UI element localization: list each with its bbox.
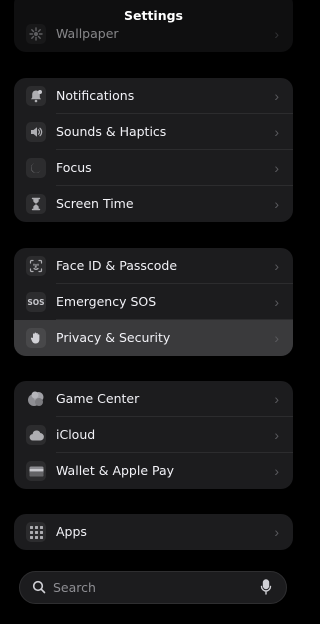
moon-icon [26,158,46,178]
row-label: Wallet & Apple Pay [56,463,175,478]
row-label: Apps [56,524,87,539]
settings-group-attention: Notifications › Sounds & Haptics › Focus… [14,78,293,222]
bell-badge-icon [26,86,46,106]
row-label: Privacy & Security [56,330,171,345]
row-label: Focus [56,160,92,175]
chevron-right-icon: › [274,330,279,346]
chevron-right-icon: › [274,427,279,443]
settings-group-services: Game Center › iCloud › Wallet & Apple Pa… [14,381,293,489]
chevron-right-icon: › [274,294,279,310]
row-label: iCloud [56,427,96,442]
chevron-right-icon: › [274,463,279,479]
row-label: Sounds & Haptics [56,124,167,139]
microphone-icon[interactable] [260,579,272,600]
row-label: Emergency SOS [56,294,157,309]
settings-row-notifications[interactable]: Notifications › [14,78,293,114]
chevron-right-icon: › [274,160,279,176]
settings-row-apps[interactable]: Apps › [14,514,293,550]
speaker-icon [26,122,46,142]
search-bar[interactable]: Search [19,571,287,604]
settings-row-sounds-haptics[interactable]: Sounds & Haptics › [14,114,293,150]
chevron-right-icon: › [274,88,279,104]
settings-row-icloud[interactable]: iCloud › [14,417,293,453]
settings-row-privacy-security[interactable]: Privacy & Security › [14,320,293,356]
chevron-right-icon: › [274,258,279,274]
settings-row-focus[interactable]: Focus › [14,150,293,186]
chevron-right-icon: › [274,391,279,407]
wallpaper-icon [26,24,46,44]
page-title: Settings [123,8,183,23]
hand-raised-icon [26,328,46,348]
settings-group-security: Face ID & Passcode › SOS Emergency SOS ›… [14,248,293,356]
settings-row-face-id[interactable]: Face ID & Passcode › [14,248,293,284]
game-center-icon [26,389,46,409]
chevron-right-icon: › [274,196,279,212]
chevron-right-icon: › [274,524,279,540]
wallet-icon [26,461,46,481]
search-icon [32,580,46,599]
row-label: Screen Time [56,196,134,211]
search-input[interactable]: Search [53,572,96,603]
settings-row-emergency-sos[interactable]: SOS Emergency SOS › [14,284,293,320]
settings-row-game-center[interactable]: Game Center › [14,381,293,417]
sos-icon: SOS [26,292,46,312]
settings-row-screen-time[interactable]: Screen Time › [14,186,293,222]
apps-grid-icon [26,522,46,542]
row-label: Notifications [56,88,135,103]
row-label: Face ID & Passcode [56,258,178,273]
hourglass-icon [26,194,46,214]
cloud-icon [26,425,46,445]
chevron-right-icon: › [274,124,279,140]
settings-group-apps: Apps › [14,514,293,550]
row-label: Game Center [56,391,140,406]
settings-row-wallet[interactable]: Wallet & Apple Pay › [14,453,293,489]
settings-screen: Settings Wallpaper › Notifications › Sou… [0,0,307,624]
face-id-icon [26,256,46,276]
